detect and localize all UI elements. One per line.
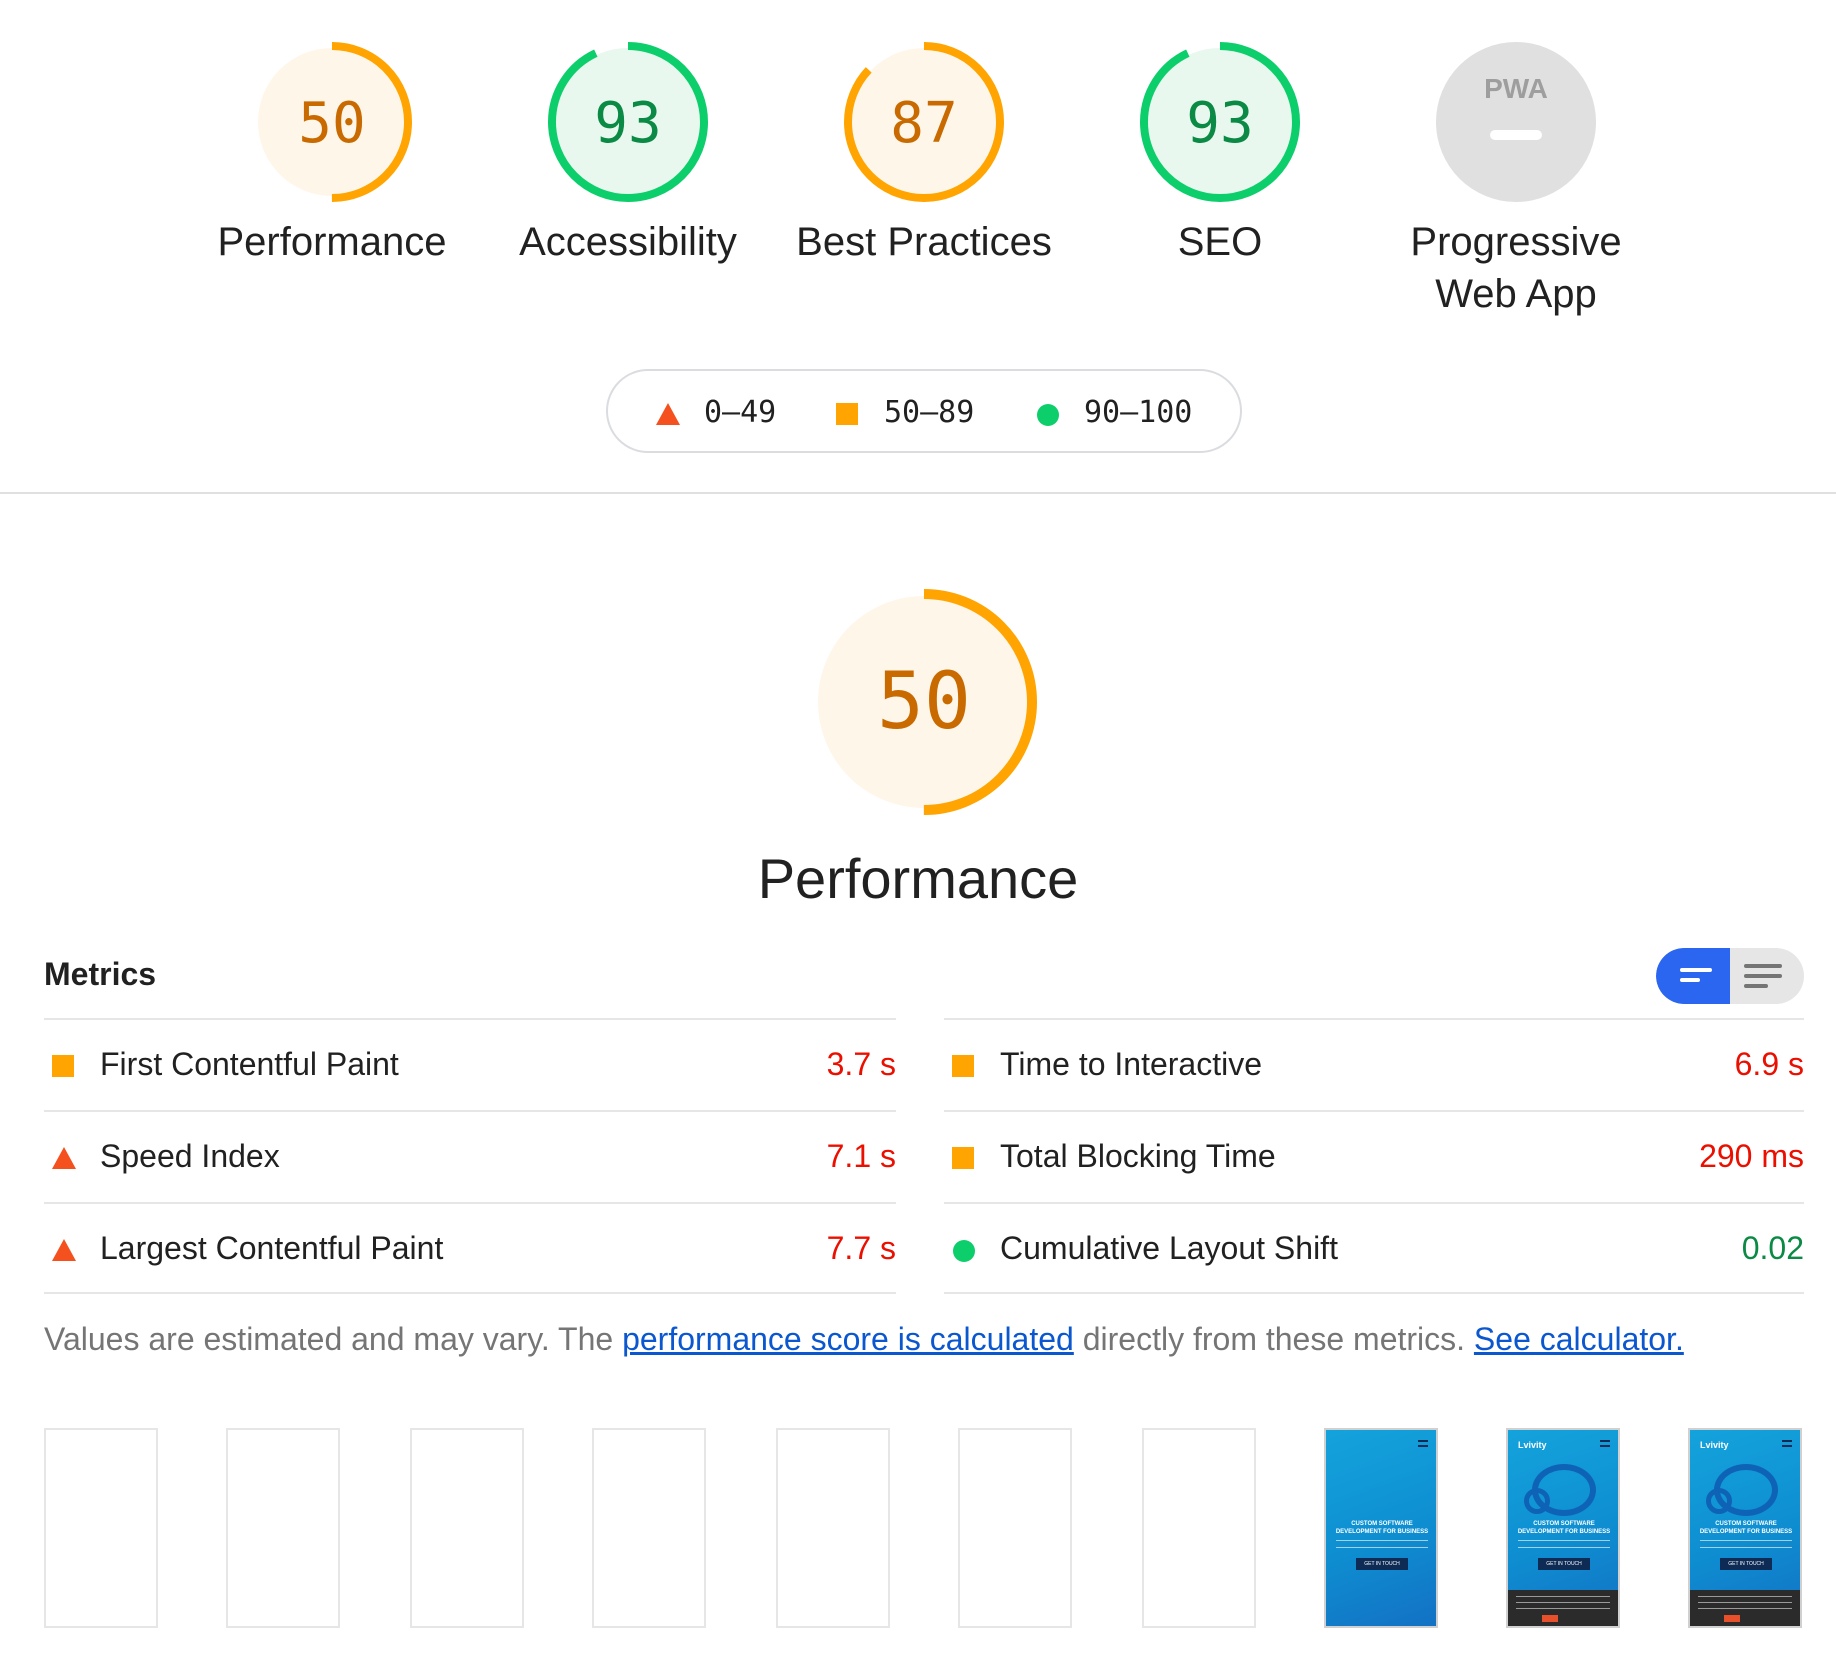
metric-label: Largest Contentful Paint [100,1230,444,1266]
score-legend: 0–49 50–89 90–100 [606,369,1242,453]
square-icon [836,403,858,425]
category-gauges: 50 Performance 93 Accessibility 87 Best … [0,0,1836,490]
metric-label: Speed Index [100,1138,280,1174]
gauge-best-practices[interactable]: 87 Best Practices [794,40,1054,268]
metric-label: Time to Interactive [1000,1046,1263,1082]
gauge-pwa-label: Progressive Web App [1386,216,1646,320]
gauge-best-practices-score: 87 [890,91,957,156]
metrics-note: Values are estimated and may vary. The p… [44,1318,1684,1360]
performance-score-large: 50 [877,657,971,747]
square-icon [952,1147,974,1169]
metric-value: 290 ms [1699,1138,1804,1174]
filmstrip: CUSTOM SOFTWARE DEVELOPMENT FOR BUSINESS… [44,1428,1804,1630]
legend-range-pass: 90–100 [1084,395,1193,430]
frame-cookie-banner [1508,1590,1618,1626]
filmstrip-frame: Lvivity CUSTOM SOFTWARE DEVELOPMENT FOR … [1506,1428,1620,1628]
note-middle: directly from these metrics. [1073,1321,1474,1357]
gauge-performance-score: 50 [298,91,365,156]
circle-icon [953,1240,975,1262]
pwa-badge-text: PWA [1484,73,1548,104]
metric-speed-index[interactable]: Speed Index 7.1 s [44,1110,896,1202]
frame-cta-button: GET IN TOUCH [1538,1558,1590,1570]
filmstrip-frame [958,1428,1072,1628]
gauge-pwa-label-line2: Web App [1435,272,1597,316]
filmstrip-frame: CUSTOM SOFTWARE DEVELOPMENT FOR BUSINESS… [1324,1428,1438,1628]
frame-cta-button: GET IN TOUCH [1356,1558,1408,1570]
frame-headline: CUSTOM SOFTWARE DEVELOPMENT FOR BUSINESS [1335,1521,1429,1535]
metric-first-contentful-paint[interactable]: First Contentful Paint 3.7 s [44,1018,896,1110]
metric-value: 7.1 s [826,1138,896,1174]
gauge-best-practices-label: Best Practices [796,220,1052,264]
gauge-best-practices-ring: 87 [844,42,1004,202]
metric-largest-contentful-paint[interactable]: Largest Contentful Paint 7.7 s [44,1202,896,1294]
metrics-column-right: Time to Interactive 6.9 s Total Blocking… [944,1018,1804,1294]
gauge-seo-label: SEO [1177,220,1263,264]
performance-gauge-large: 50 [811,589,1037,815]
filmstrip-frame [44,1428,158,1628]
filmstrip-frame [226,1428,340,1628]
metrics-view-toggle[interactable] [1656,948,1804,1004]
filmstrip-frame [410,1428,524,1628]
metric-cumulative-layout-shift[interactable]: Cumulative Layout Shift 0.02 [944,1202,1804,1294]
see-calculator-link[interactable]: See calculator. [1474,1321,1684,1357]
square-icon [52,1055,74,1077]
metric-label: Cumulative Layout Shift [1000,1230,1338,1266]
gauge-pwa[interactable]: PWA Progressive Web App [1386,40,1646,320]
gauge-accessibility-ring: 93 [548,42,708,202]
filmstrip-frame [592,1428,706,1628]
metrics-heading: Metrics [44,956,157,992]
frame-headline: CUSTOM SOFTWARE DEVELOPMENT FOR BUSINESS [1517,1521,1611,1535]
gauge-performance-ring: 50 [252,42,412,202]
metric-value: 7.7 s [826,1230,896,1266]
metric-value: 0.02 [1741,1230,1804,1266]
gauge-accessibility-score: 93 [594,91,661,156]
metric-value: 3.7 s [826,1046,896,1082]
gauge-accessibility-label: Accessibility [519,220,737,264]
triangle-icon [52,1239,76,1261]
gauge-accessibility[interactable]: 93 Accessibility [498,40,758,268]
legend-range-fail: 0–49 [704,395,777,430]
metric-label: Total Blocking Time [1000,1138,1276,1174]
menu-icon [1600,1440,1610,1447]
metric-time-to-interactive[interactable]: Time to Interactive 6.9 s [944,1018,1804,1110]
gauge-seo-score: 93 [1186,91,1253,156]
frame-cookie-banner [1690,1590,1800,1626]
pwa-icon: PWA [1436,42,1596,202]
frame-logo: Lvivity [1700,1440,1729,1450]
frame-logo: Lvivity [1518,1440,1547,1450]
filmstrip-frame: Lvivity CUSTOM SOFTWARE DEVELOPMENT FOR … [1688,1428,1802,1628]
frame-cta-button: GET IN TOUCH [1720,1558,1772,1570]
metric-total-blocking-time[interactable]: Total Blocking Time 290 ms [944,1110,1804,1202]
square-icon [952,1055,974,1077]
legend-range-average: 50–89 [884,395,975,430]
menu-icon [1782,1440,1792,1447]
filmstrip-frame [1142,1428,1256,1628]
toggle-list-view[interactable] [1730,948,1804,1004]
section-divider [0,492,1836,494]
toggle-summary-view[interactable] [1656,948,1730,1004]
gauge-performance[interactable]: 50 Performance [202,40,462,268]
metrics-column-left: First Contentful Paint 3.7 s Speed Index… [44,1018,896,1294]
gauge-pwa-label-line1: Progressive [1410,220,1622,264]
metric-label: First Contentful Paint [100,1046,399,1082]
triangle-icon [52,1147,76,1169]
note-prefix: Values are estimated and may vary. The [44,1321,623,1357]
circle-icon [1037,404,1059,426]
frame-headline: CUSTOM SOFTWARE DEVELOPMENT FOR BUSINESS [1699,1521,1793,1535]
metric-value: 6.9 s [1734,1046,1804,1082]
triangle-icon [656,403,680,425]
gauge-performance-label: Performance [217,220,447,264]
performance-title: Performance [757,847,1079,910]
gauge-seo-ring: 93 [1140,42,1300,202]
score-calculated-link[interactable]: performance score is calculated [622,1321,1074,1357]
filmstrip-frame [776,1428,890,1628]
gauge-seo[interactable]: 93 SEO [1090,40,1350,268]
menu-icon [1418,1440,1428,1447]
